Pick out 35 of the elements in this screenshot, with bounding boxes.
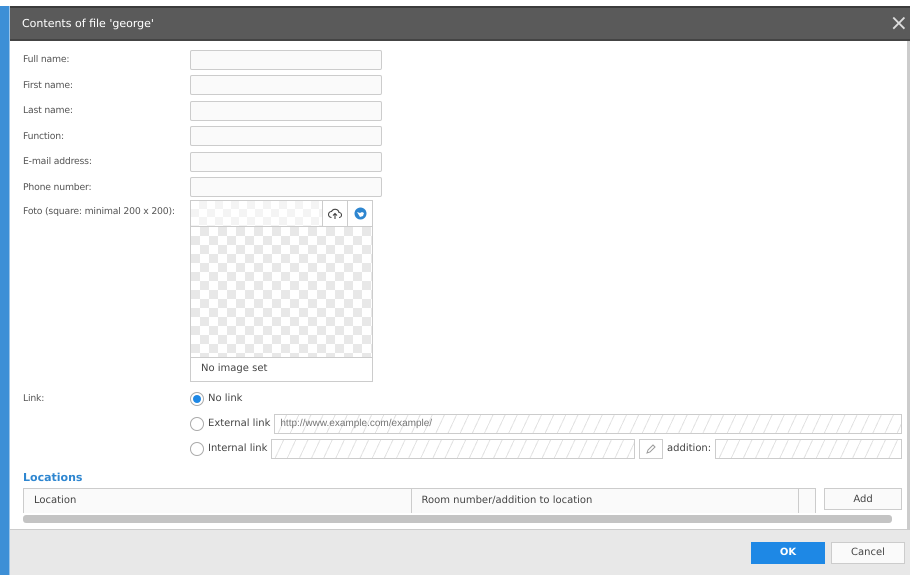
cancel-button[interactable]: Cancel	[831, 542, 905, 564]
addition-label: addition:	[667, 443, 712, 454]
input-field[interactable]	[190, 126, 382, 146]
input-field[interactable]	[190, 75, 382, 96]
input-field[interactable]	[190, 177, 382, 198]
edit-button[interactable]	[639, 438, 664, 459]
horizontal-scrollbar[interactable]	[23, 515, 892, 524]
radio-option[interactable]: External link	[190, 416, 270, 431]
input-field[interactable]	[190, 100, 382, 121]
radio-option[interactable]: No link	[190, 392, 242, 406]
radio-option[interactable]: Internal link	[190, 442, 268, 456]
field-label: Link:	[23, 393, 46, 404]
field-label: Foto (square: minimal 200 x 200):	[23, 205, 176, 218]
url-field[interactable]: http://www.example.com/example/	[274, 414, 902, 434]
input-field[interactable]	[190, 50, 382, 70]
column-header: Location	[24, 489, 412, 514]
field-label: Full name:	[23, 54, 70, 66]
ok-button[interactable]: OK	[751, 542, 825, 564]
pencil-icon	[646, 444, 656, 454]
input-field[interactable]	[190, 152, 382, 172]
column-header: Room number/addition to location	[412, 489, 799, 514]
close-button[interactable]: ×	[888, 12, 910, 35]
field-label: Phone number:	[23, 182, 92, 193]
cloud-upload-icon	[328, 208, 342, 220]
section-heading: Locations	[23, 471, 84, 484]
add-button[interactable]: Add	[824, 488, 902, 510]
globe-icon	[354, 207, 366, 220]
internal-link-field[interactable]	[271, 438, 636, 459]
field-label: First name:	[23, 80, 74, 91]
field-label: Function:	[23, 130, 65, 142]
field-label: Last name:	[23, 105, 74, 116]
image-status: No image set	[191, 357, 372, 382]
addition-field[interactable]	[715, 438, 902, 459]
window-title: Contents of file 'george'	[22, 17, 154, 30]
field-label: E-mail address:	[23, 156, 93, 168]
